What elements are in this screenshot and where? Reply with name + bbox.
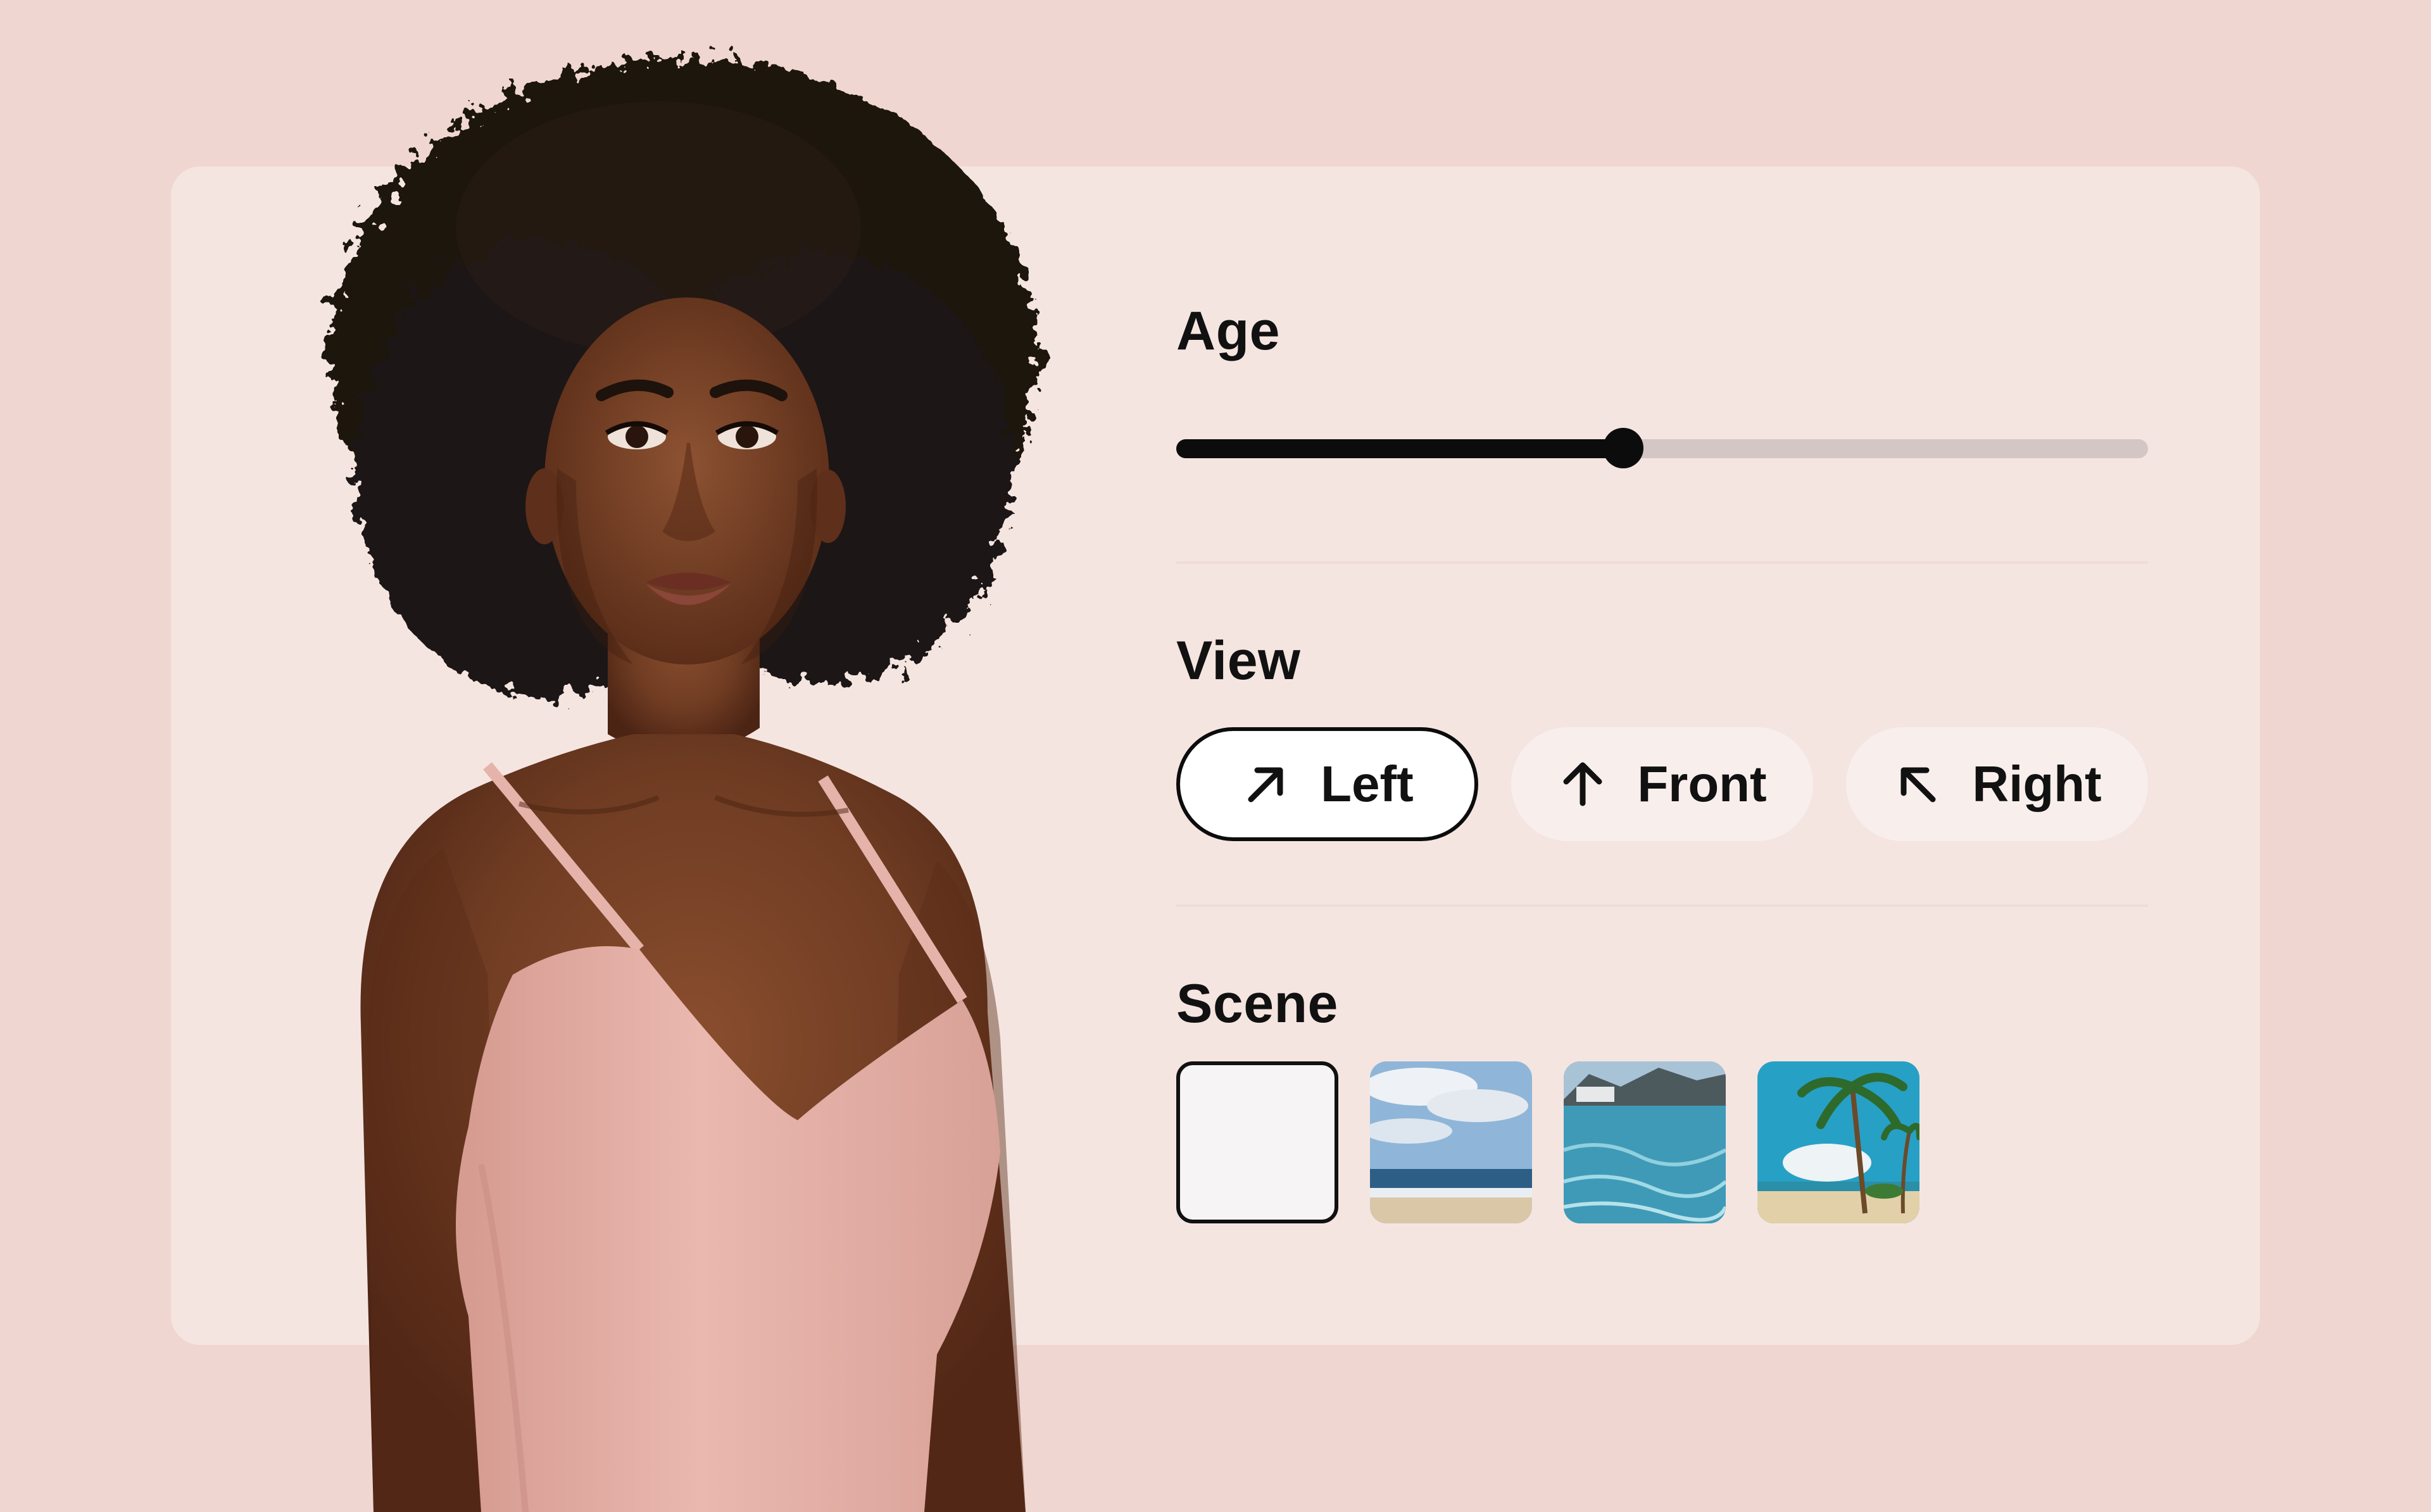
customization-panel: Age View Left Front Right Scene	[1176, 304, 2148, 1223]
scene-options	[1176, 1061, 2148, 1223]
model-photo	[279, 25, 1165, 1512]
view-options: Left Front Right	[1176, 727, 2148, 841]
view-right-button[interactable]: Right	[1846, 727, 2148, 841]
age-slider-fill	[1176, 439, 1624, 458]
scene-plain-thumbnail[interactable]	[1176, 1061, 1338, 1223]
scene-beach-sky-thumbnail[interactable]	[1370, 1061, 1532, 1223]
arrow-up-left-icon	[1900, 767, 1936, 803]
age-slider-thumb[interactable]	[1603, 428, 1644, 468]
scene-clear-water-thumbnail[interactable]	[1564, 1061, 1726, 1223]
scene-palm-beach-thumbnail[interactable]	[1757, 1061, 1919, 1223]
scene-title: Scene	[1176, 973, 1338, 1034]
view-left-button[interactable]: Left	[1176, 727, 1478, 841]
arrow-up-right-icon	[1248, 767, 1283, 803]
view-front-button[interactable]: Front	[1511, 727, 1813, 841]
arrow-up-icon	[1563, 762, 1602, 806]
divider	[1176, 561, 2148, 564]
view-title: View	[1176, 630, 1301, 691]
view-right-label: Right	[1972, 756, 2102, 812]
view-left-label: Left	[1321, 756, 1414, 812]
age-slider[interactable]	[1176, 428, 2148, 468]
view-front-label: Front	[1637, 756, 1767, 812]
age-title: Age	[1176, 301, 1280, 361]
divider	[1176, 904, 2148, 907]
